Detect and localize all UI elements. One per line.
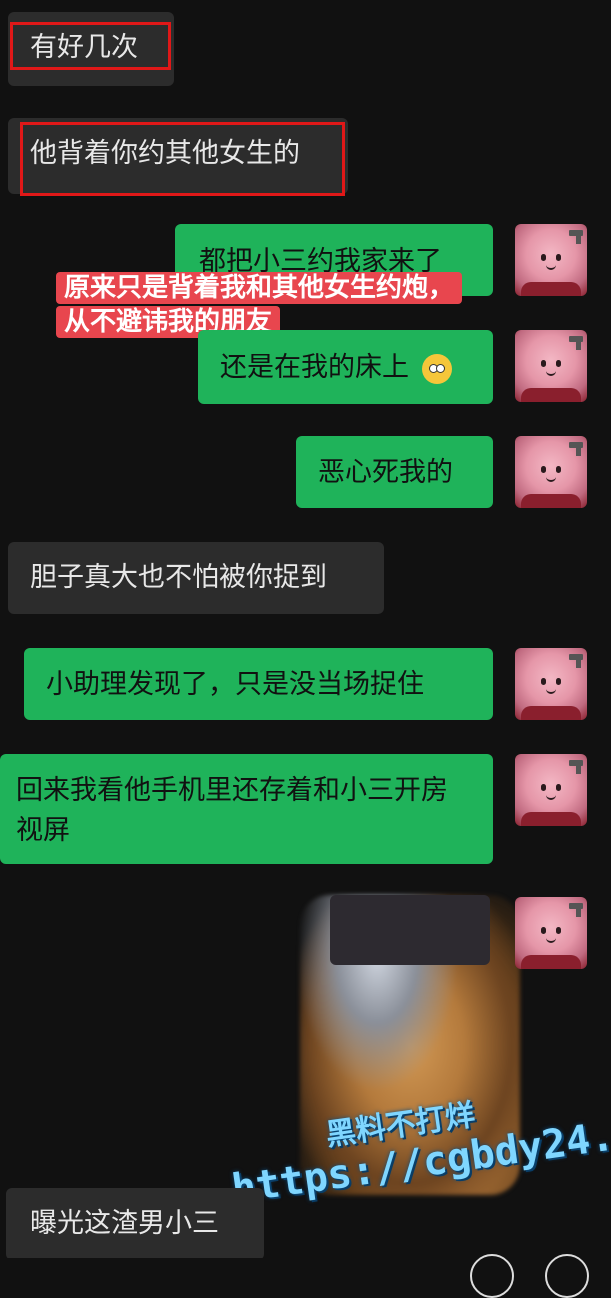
message-bubble-incoming[interactable]: 曝光这渣男小三: [6, 1188, 264, 1260]
blurred-photo-top: [330, 895, 490, 965]
message-bubble-outgoing[interactable]: 恶心死我的: [296, 436, 493, 508]
voice-button[interactable]: [470, 1254, 514, 1298]
message-bubble-outgoing[interactable]: 还是在我的床上: [198, 330, 493, 404]
message-bubble-outgoing[interactable]: 小助理发现了，只是没当场捉住: [24, 648, 493, 720]
message-bubble-incoming[interactable]: 胆子真大也不怕被你捉到: [8, 542, 384, 614]
avatar[interactable]: [515, 754, 587, 826]
avatar[interactable]: [515, 330, 587, 402]
avatar[interactable]: [515, 897, 587, 969]
highlight-box: [10, 22, 171, 70]
crying-face-icon: [421, 353, 452, 384]
message-text: 小助理发现了，只是没当场捉住: [46, 669, 424, 700]
highlight-box: [20, 122, 345, 196]
bottom-bar: [0, 1258, 611, 1280]
message-text: 回来我看他手机里还存着和小三开房视屏: [16, 775, 448, 846]
message-text: 恶心死我的: [318, 457, 453, 488]
avatar[interactable]: [515, 436, 587, 508]
message-text: 曝光这渣男小三: [30, 1208, 219, 1239]
message-text: 胆子真大也不怕被你捉到: [30, 562, 327, 593]
avatar[interactable]: [515, 224, 587, 296]
message-text: 还是在我的床上: [220, 352, 409, 383]
message-bubble-outgoing[interactable]: 回来我看他手机里还存着和小三开房视屏: [0, 754, 493, 864]
more-button[interactable]: [545, 1254, 589, 1298]
annotation-line-1: 原来只是背着我和其他女生约炮，: [56, 272, 463, 304]
avatar[interactable]: [515, 648, 587, 720]
